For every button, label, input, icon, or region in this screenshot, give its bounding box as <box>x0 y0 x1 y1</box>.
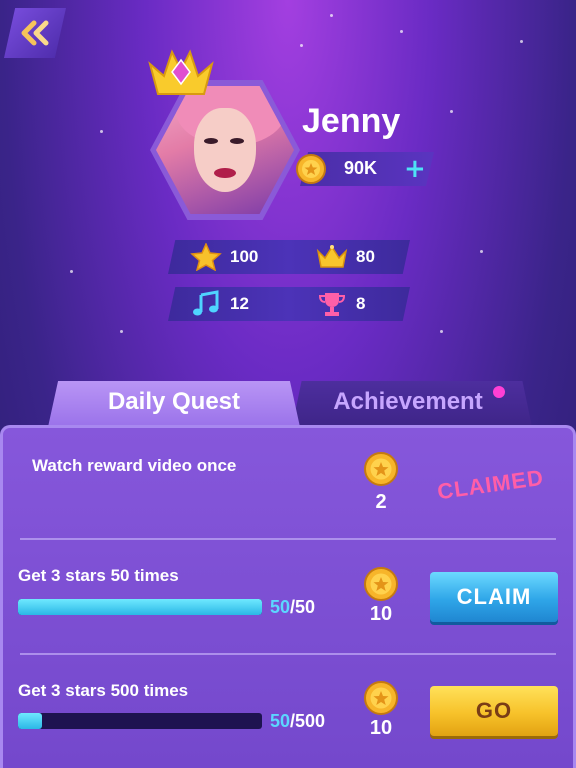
progress-fill <box>18 713 43 729</box>
go-button[interactable]: GO <box>430 686 558 736</box>
stat-trophies: 8 <box>316 290 365 318</box>
star-icon <box>190 243 222 271</box>
player-avatar[interactable] <box>150 80 300 220</box>
coin-icon <box>364 567 398 601</box>
progress-text: 50/500 <box>270 711 325 732</box>
sparkle <box>400 30 403 33</box>
avatar-face <box>194 108 256 192</box>
sparkle <box>330 14 333 17</box>
avatar-eye <box>230 138 244 144</box>
claim-button[interactable]: CLAIM <box>430 572 558 622</box>
sparkle <box>300 44 303 47</box>
sparkle <box>70 270 73 273</box>
sparkle <box>520 40 523 43</box>
quest-title: Watch reward video once <box>32 456 237 475</box>
notification-dot <box>493 386 505 398</box>
tab-daily-quest-label[interactable]: Daily Quest <box>48 388 300 416</box>
player-name: Jenny <box>302 102 401 140</box>
crown-icon <box>316 245 348 268</box>
plus-icon: + <box>404 154 426 184</box>
sparkle <box>120 330 123 333</box>
reward-amount: 2 <box>375 491 387 513</box>
reward-amount: 10 <box>369 717 393 739</box>
coin-icon <box>364 681 398 715</box>
music-note-icon <box>193 290 219 316</box>
songs-count: 12 <box>230 294 249 313</box>
coin-icon <box>296 154 326 184</box>
progress-total: /50 <box>290 597 316 617</box>
avatar-lips <box>214 168 236 178</box>
stat-stars: 100 <box>190 243 258 271</box>
add-coins-button[interactable]: + <box>404 156 426 182</box>
crown-badge-icon <box>148 49 214 95</box>
stars-count: 100 <box>230 247 259 266</box>
stat-songs: 12 <box>190 290 249 318</box>
sparkle <box>480 250 483 253</box>
quest-title: Get 3 stars 50 times <box>18 566 179 585</box>
quest-title: Get 3 stars 500 times <box>18 681 189 700</box>
coin-amount: 90K <box>344 158 378 178</box>
sparkle <box>440 330 443 333</box>
progress-text: 50/50 <box>270 597 315 618</box>
sparkle <box>100 130 103 133</box>
stat-crowns: 80 <box>316 243 375 271</box>
coin-icon <box>364 452 398 486</box>
sparkle <box>450 110 453 113</box>
back-button[interactable] <box>4 8 66 58</box>
progress-bar <box>18 599 262 615</box>
progress-total: /500 <box>290 711 326 731</box>
progress-fill <box>18 599 262 615</box>
reward-amount: 10 <box>369 603 393 625</box>
divider <box>20 653 556 655</box>
tab-achievement-label[interactable]: Achievement <box>292 388 524 416</box>
trophy-icon <box>318 293 346 316</box>
avatar-eye <box>204 138 218 144</box>
double-chevron-left-icon <box>21 20 49 46</box>
trophies-count: 8 <box>356 294 366 313</box>
divider <box>20 538 556 540</box>
progress-current: 50 <box>270 711 291 731</box>
progress-bar <box>18 713 262 729</box>
progress-current: 50 <box>270 597 291 617</box>
crowns-count: 80 <box>356 247 375 266</box>
